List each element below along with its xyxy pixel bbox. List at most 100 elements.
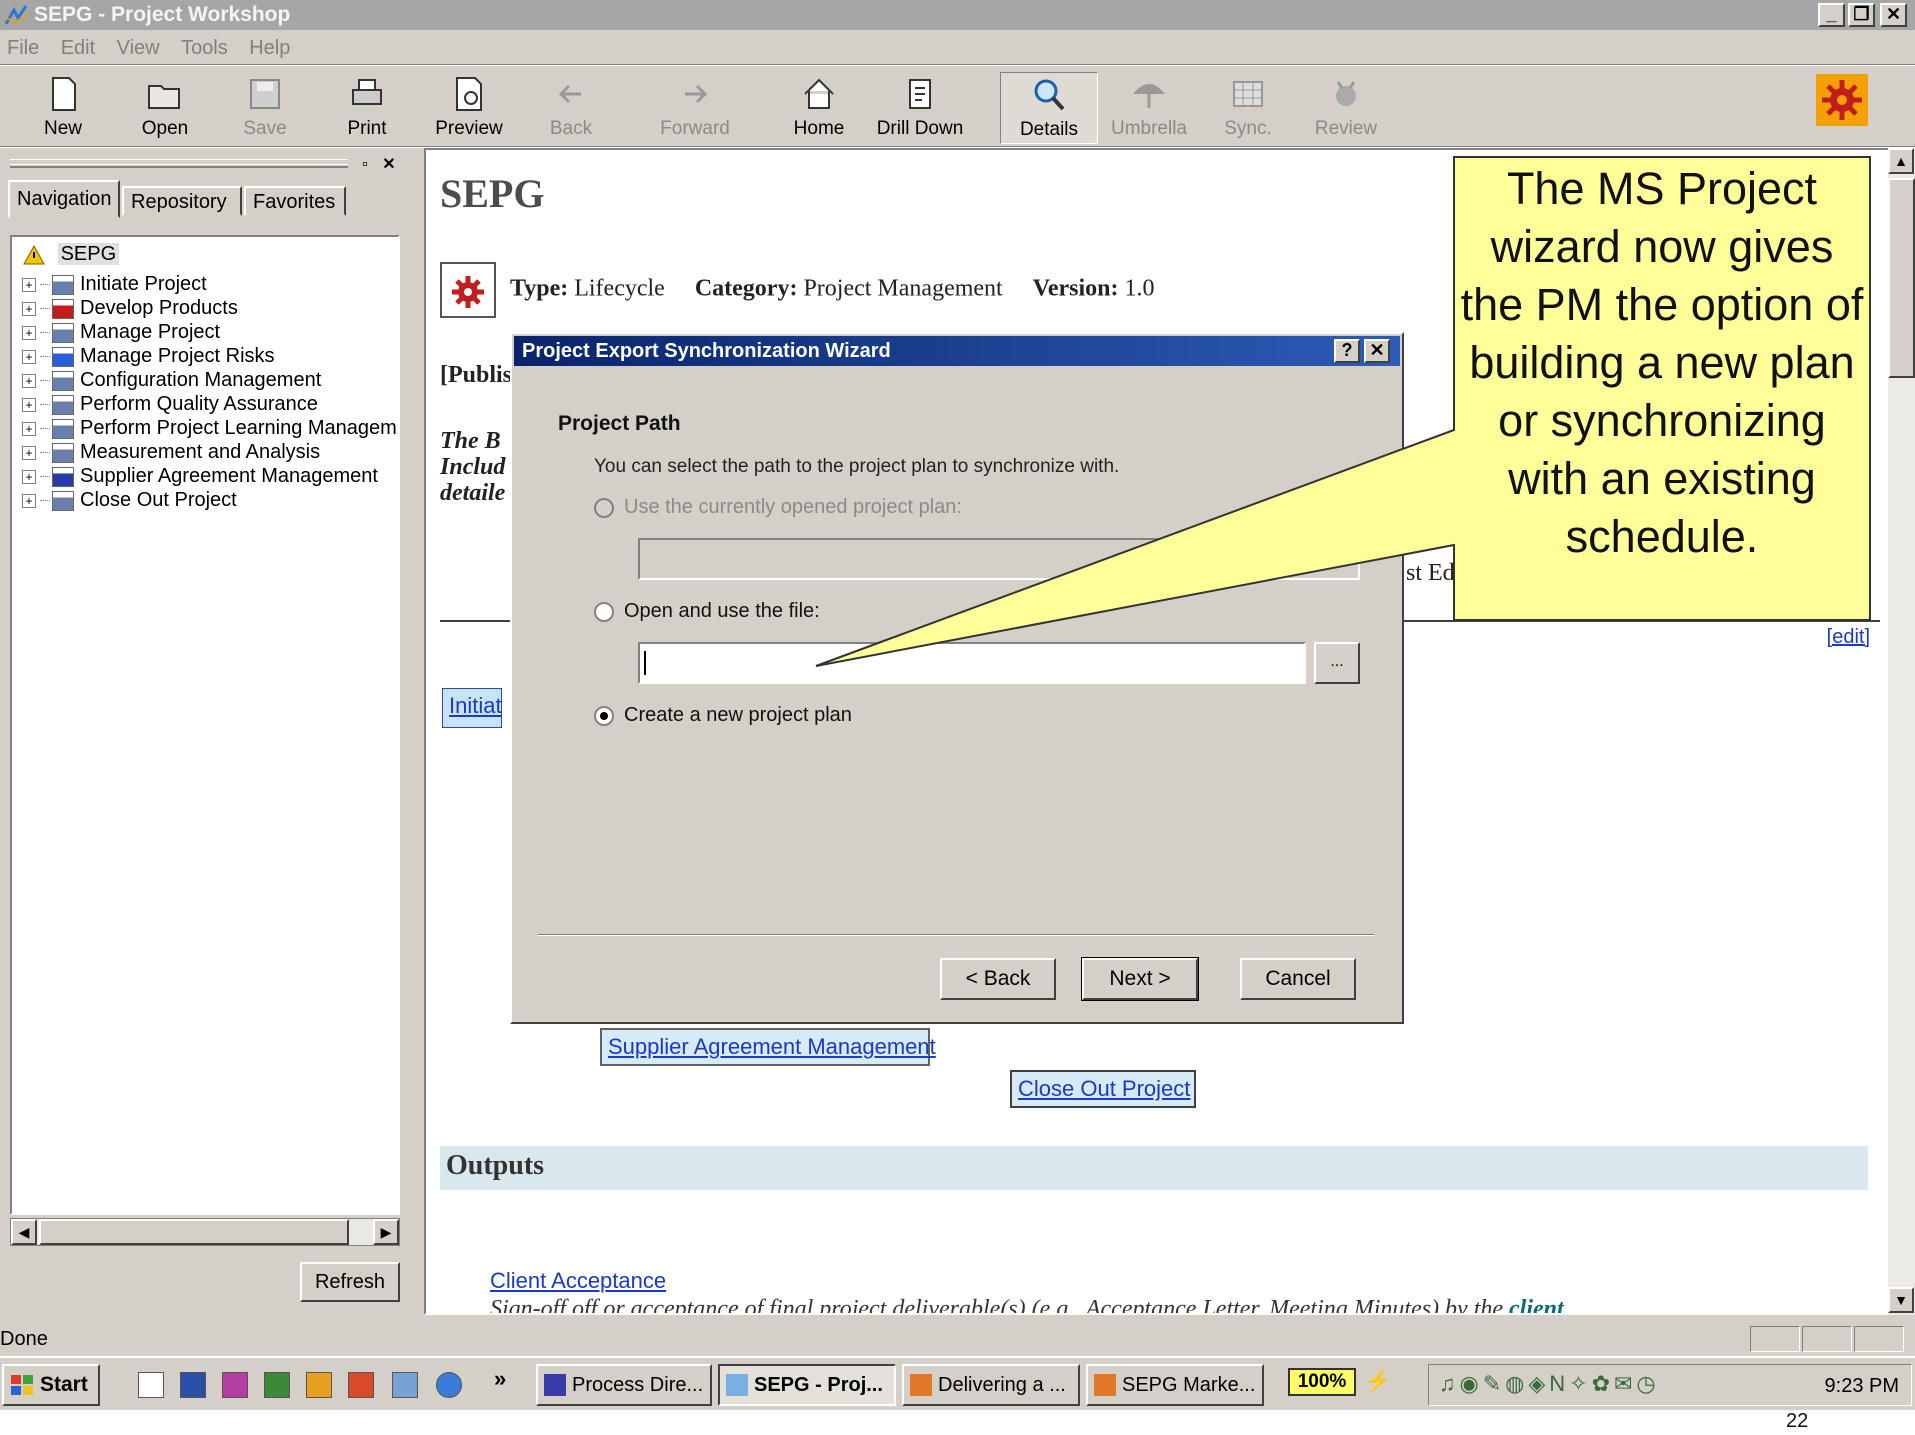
tree-item[interactable]: + Develop Products bbox=[22, 297, 238, 320]
tree-item-label: Supplier Agreement Management bbox=[80, 465, 378, 487]
start-button[interactable]: Start bbox=[2, 1364, 100, 1406]
supplier-agreement-node[interactable]: Supplier Agreement Management bbox=[600, 1028, 936, 1066]
dialog-close-button[interactable]: ✕ bbox=[1364, 339, 1390, 363]
quicklaunch-chevron[interactable]: » bbox=[494, 1366, 506, 1392]
tab-navigation[interactable]: Navigation bbox=[8, 180, 120, 218]
tree-item[interactable]: + Configuration Management bbox=[22, 369, 321, 392]
quicklaunch-access-icon[interactable] bbox=[348, 1372, 374, 1398]
preview-button[interactable]: Preview bbox=[424, 72, 514, 144]
expand-plus-icon[interactable]: + bbox=[22, 349, 36, 364]
quicklaunch-desktop-icon[interactable] bbox=[138, 1372, 164, 1398]
menu-edit[interactable]: Edit bbox=[61, 32, 95, 64]
forward-button[interactable]: Forward bbox=[650, 72, 740, 144]
tree-item[interactable]: + Manage Project bbox=[22, 321, 220, 344]
quicklaunch-outlook-icon[interactable] bbox=[306, 1372, 332, 1398]
expand-plus-icon[interactable]: + bbox=[22, 445, 36, 460]
refresh-button[interactable]: Refresh bbox=[300, 1262, 400, 1302]
radio-new-plan[interactable] bbox=[594, 705, 614, 726]
menu-tools[interactable]: Tools bbox=[181, 32, 228, 64]
menu-help[interactable]: Help bbox=[249, 32, 290, 64]
quicklaunch-powerpoint-icon[interactable] bbox=[222, 1372, 248, 1398]
menu-view[interactable]: View bbox=[117, 32, 160, 64]
client-acceptance-link[interactable]: Client Acceptance bbox=[490, 1268, 666, 1294]
tree-item[interactable]: + Supplier Agreement Management bbox=[22, 465, 378, 488]
task-sepg-project[interactable]: SEPG - Proj... bbox=[718, 1364, 896, 1406]
sync-button[interactable]: Sync. bbox=[1210, 72, 1286, 144]
quicklaunch-ie-icon[interactable] bbox=[436, 1372, 462, 1398]
tree-item[interactable]: + Measurement and Analysis bbox=[22, 441, 320, 464]
quicklaunch-word-icon[interactable] bbox=[180, 1372, 206, 1398]
open-button[interactable]: Open bbox=[130, 72, 200, 144]
expand-plus-icon[interactable]: + bbox=[22, 421, 36, 436]
dialog-heading: Project Path bbox=[558, 412, 681, 435]
tree-item[interactable]: + Manage Project Risks bbox=[22, 345, 275, 368]
option-current-plan[interactable]: Use the currently opened project plan: bbox=[594, 496, 962, 519]
pane-close-button[interactable]: ✕ bbox=[378, 155, 400, 175]
tree-root[interactable]: SEPG bbox=[22, 243, 120, 266]
wizard-cancel-button[interactable]: Cancel bbox=[1240, 958, 1356, 1000]
scroll-thumb[interactable] bbox=[39, 1219, 349, 1245]
review-button[interactable]: Review bbox=[1306, 72, 1386, 144]
initiate-project-node[interactable]: Initiate bbox=[442, 688, 502, 728]
tab-favorites[interactable]: Favorites bbox=[244, 186, 346, 216]
expand-plus-icon[interactable]: + bbox=[22, 277, 36, 292]
maximize-button[interactable]: ❐ bbox=[1848, 3, 1875, 27]
edit-link[interactable]: [edit] bbox=[1827, 626, 1870, 649]
close-window-button[interactable]: ✕ bbox=[1880, 3, 1907, 27]
task-process-director[interactable]: Process Dire... bbox=[536, 1364, 712, 1406]
expand-plus-icon[interactable]: + bbox=[22, 325, 36, 340]
print-button[interactable]: Print bbox=[332, 72, 402, 144]
minimize-button[interactable]: _ bbox=[1818, 3, 1845, 27]
quicklaunch-tool-icon[interactable] bbox=[392, 1372, 418, 1398]
tree-horizontal-scrollbar[interactable]: ◀ ▶ bbox=[10, 1218, 400, 1246]
details-button[interactable]: Details bbox=[1000, 72, 1098, 144]
scroll-left-button[interactable]: ◀ bbox=[11, 1219, 37, 1245]
navigation-pane: ▫ ✕ Navigation Repository Favorites SEPG… bbox=[0, 152, 418, 1315]
wizard-next-button[interactable]: Next > bbox=[1081, 957, 1199, 1001]
quicklaunch-excel-icon[interactable] bbox=[264, 1372, 290, 1398]
tree-item-label: Manage Project bbox=[80, 321, 221, 343]
tab-repository[interactable]: Repository bbox=[122, 186, 242, 216]
pane-restore-button[interactable]: ▫ bbox=[354, 155, 376, 175]
save-button[interactable]: Save bbox=[230, 72, 300, 144]
expand-plus-icon[interactable]: + bbox=[22, 373, 36, 388]
sepg-app-icon bbox=[726, 1374, 748, 1396]
expand-plus-icon[interactable]: + bbox=[22, 301, 36, 316]
dialog-help-button[interactable]: ? bbox=[1334, 339, 1360, 363]
option-open-file[interactable]: Open and use the file: bbox=[594, 600, 820, 623]
close-out-project-node[interactable]: Close Out Project bbox=[1010, 1070, 1196, 1108]
back-label: Back bbox=[549, 118, 593, 139]
toolbar: New Open Save Print Preview Back Forward bbox=[0, 68, 1915, 146]
tree-item[interactable]: + Close Out Project bbox=[22, 489, 237, 512]
menu-file[interactable]: File bbox=[7, 32, 39, 64]
expand-plus-icon[interactable]: + bbox=[22, 493, 36, 508]
scroll-up-button[interactable]: ▲ bbox=[1888, 148, 1914, 174]
tree-item[interactable]: + Initiate Project bbox=[22, 273, 207, 296]
wizard-back-button[interactable]: < Back bbox=[940, 958, 1056, 1000]
home-button[interactable]: Home bbox=[784, 72, 854, 144]
option-new-plan[interactable]: Create a new project plan bbox=[594, 704, 852, 727]
scroll-right-button[interactable]: ▶ bbox=[373, 1219, 399, 1245]
expand-plus-icon[interactable]: + bbox=[22, 397, 36, 412]
drill-down-button[interactable]: Drill Down bbox=[870, 72, 970, 144]
back-button[interactable]: Back bbox=[536, 72, 606, 144]
umbrella-button[interactable]: Umbrella bbox=[1106, 72, 1192, 144]
new-button[interactable]: New bbox=[30, 72, 96, 144]
scroll-down-button[interactable]: ▼ bbox=[1888, 1287, 1914, 1313]
file-path-input[interactable] bbox=[638, 642, 1306, 684]
client-link[interactable]: client bbox=[1509, 1296, 1564, 1313]
tree-item[interactable]: + Perform Quality Assurance bbox=[22, 393, 318, 416]
radio-open-file[interactable] bbox=[594, 601, 614, 622]
expand-plus-icon[interactable]: + bbox=[22, 469, 36, 484]
task-delivering[interactable]: Delivering a ... bbox=[902, 1364, 1080, 1406]
dialog-title-bar: Project Export Synchronization Wizard ? … bbox=[514, 336, 1400, 366]
tree-connector bbox=[40, 356, 50, 358]
tray-icons[interactable]: ♫◉✎◍◈N✧✿✉◷ bbox=[1439, 1371, 1660, 1397]
content-vertical-scrollbar[interactable]: ▲ ▼ bbox=[1888, 148, 1915, 1315]
vertical-scroll-thumb[interactable] bbox=[1888, 178, 1915, 378]
browse-button[interactable]: ... bbox=[1314, 642, 1360, 684]
task-sepg-marketing[interactable]: SEPG Marke... bbox=[1086, 1364, 1264, 1406]
print-preview-icon bbox=[456, 77, 482, 111]
radio-current-plan[interactable] bbox=[594, 497, 614, 518]
tree-item[interactable]: + Perform Project Learning Managem bbox=[22, 417, 397, 440]
